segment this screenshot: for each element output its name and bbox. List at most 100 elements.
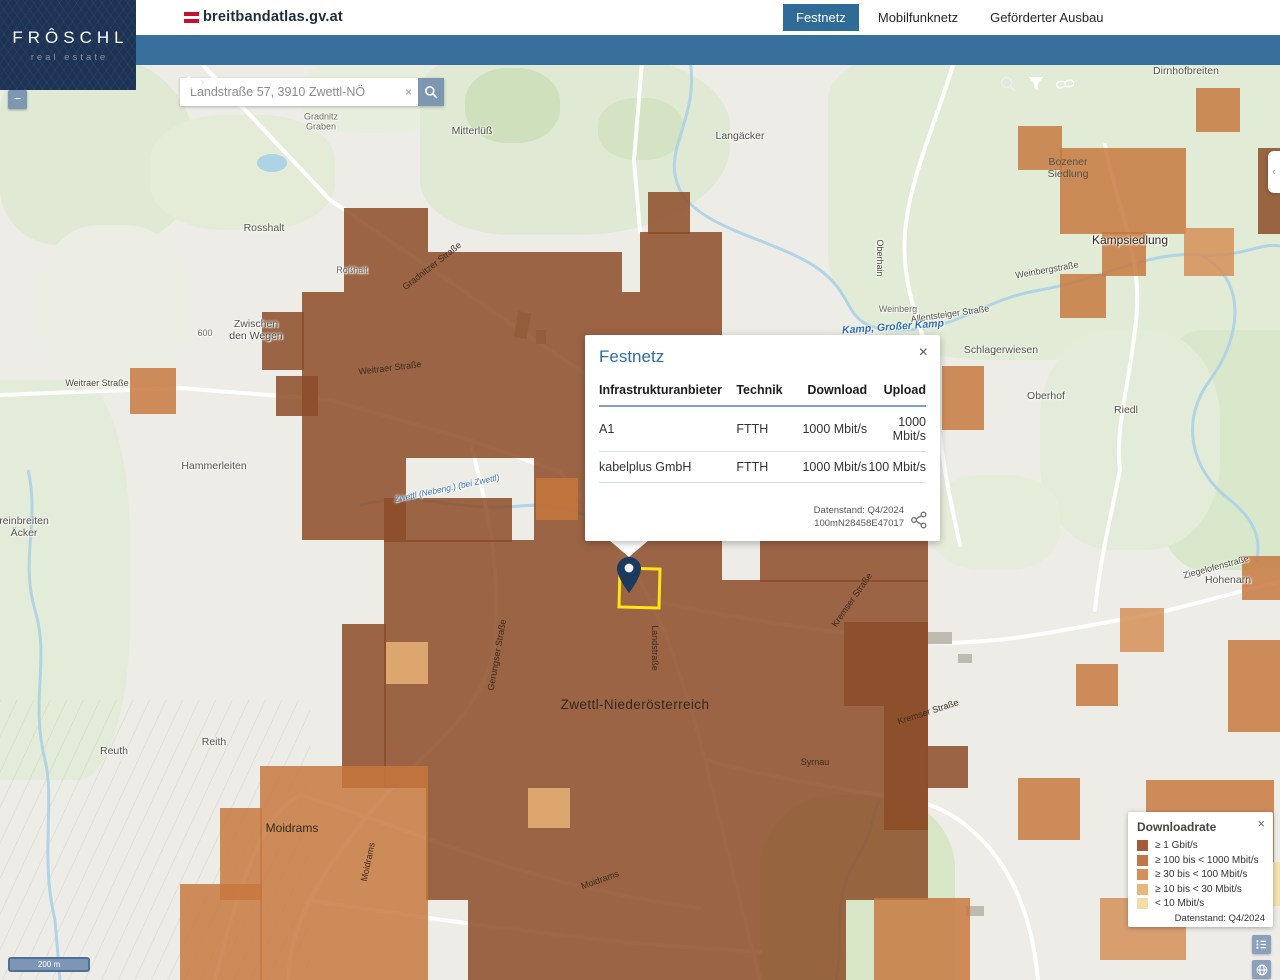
map-label: Zwettl (Nebeng.) (bei Zwettl) <box>394 473 501 505</box>
map-label: Gradnitzer Straße <box>401 240 464 292</box>
legend-label: ≥ 100 bis < 1000 Mbit/s <box>1155 855 1259 866</box>
popup-tail <box>609 540 649 557</box>
froeschl-logo: FRÔSCHL real estate <box>0 0 136 90</box>
panel-collapse-toggle[interactable]: ‹ <box>1268 151 1280 193</box>
popup-meta: Datenstand: Q4/2024 100mN28458E47017 <box>814 505 904 531</box>
table-header: Technik <box>736 377 792 406</box>
popup-title: Festnetz <box>599 347 664 367</box>
map-label: Rosshalt <box>244 222 285 234</box>
map-label: Moidrams <box>359 842 377 883</box>
breadcrumb-current: Festnetz <box>209 77 256 89</box>
map-label: Weitraer Straße <box>358 359 422 377</box>
provider-table: InfrastrukturanbieterTechnikDownloadUplo… <box>599 377 926 483</box>
legend-toggle-button[interactable] <box>1252 935 1271 954</box>
top-bar: breitbandatlas.gv.at FestnetzMobilfunkne… <box>0 0 1280 35</box>
map-label: Weitraer Straße <box>65 378 128 388</box>
map-label: Weinbergstraße <box>1015 259 1080 280</box>
share-icon[interactable] <box>910 511 928 529</box>
map-label: Schlagerwiesen <box>964 344 1038 356</box>
tab-gef-rderter-ausbau[interactable]: Geförderter Ausbau <box>977 4 1116 31</box>
table-cell: FTTH <box>736 406 792 452</box>
map-label: Weinberg <box>879 304 917 314</box>
link-icon[interactable] <box>1055 75 1073 93</box>
tab-mobilfunknetz[interactable]: Mobilfunknetz <box>865 4 971 31</box>
legend-title: Downloadrate <box>1137 820 1265 834</box>
map-label: Gradnitz Graben <box>304 112 338 133</box>
table-header: Download <box>792 377 867 406</box>
legend-item: < 10 Mbit/s <box>1137 898 1265 909</box>
legend-item: ≥ 100 bis < 1000 Mbit/s <box>1137 855 1265 866</box>
map-label: Gerungser Straße <box>486 619 509 692</box>
site-title: breitbandatlas.gv.at <box>203 9 343 25</box>
attribution-button[interactable] <box>1252 960 1271 979</box>
map-label: reinbreiten Äcker <box>0 515 49 539</box>
map-label: Mitterlüß <box>452 125 493 137</box>
map-label: Kamp, Großer Kamp <box>842 317 945 336</box>
map-label: Moidrams <box>580 868 621 891</box>
table-cell: 1000 Mbit/s <box>792 406 867 452</box>
legend-swatch <box>1137 898 1148 909</box>
download-legend: Downloadrate × ≥ 1 Gbit/s ≥ 100 bis < 100… <box>1128 812 1273 927</box>
header-tabs: FestnetzMobilfunknetzGeförderter Ausbau <box>783 3 1117 32</box>
table-cell: 1000 Mbit/s <box>867 406 926 452</box>
map-label: Riedl <box>1114 404 1138 416</box>
table-header: Infrastrukturanbieter <box>599 377 736 406</box>
table-cell: A1 <box>599 406 736 452</box>
map-label: Hammerleiten <box>181 460 246 472</box>
map-label: Moidrams <box>266 822 319 836</box>
legend-swatch <box>1137 884 1148 895</box>
map-label: Syrnau <box>801 757 830 767</box>
legend-item: ≥ 30 bis < 100 Mbit/s <box>1137 869 1265 880</box>
legend-item: ≥ 10 bis < 30 Mbit/s <box>1137 884 1265 895</box>
festnetz-popup: Festnetz × InfrastrukturanbieterTechnikD… <box>585 335 940 541</box>
tab-festnetz[interactable]: Festnetz <box>783 4 859 31</box>
map-label: Kremser Straße <box>830 571 875 629</box>
map-label: Kampsiedlung <box>1092 234 1168 248</box>
search-button[interactable] <box>418 78 444 106</box>
map-label: Reith <box>202 736 227 748</box>
map-label: Oberhof <box>1027 390 1065 402</box>
legend-label: ≥ 10 bis < 30 Mbit/s <box>1155 884 1242 895</box>
map-label: Bozener Siedlung <box>1048 156 1089 180</box>
legend-swatch <box>1137 855 1148 866</box>
map-label: Landstraße <box>650 625 660 671</box>
map-label: Oberhain <box>875 239 885 276</box>
search-icon[interactable] <box>999 75 1017 93</box>
breadcrumb-bar: › Festnetz <box>0 35 1280 65</box>
map-label: Hohenarn <box>1205 574 1251 586</box>
legend-swatch <box>1137 840 1148 851</box>
table-cell: 100 Mbit/s <box>867 452 926 483</box>
table-cell: FTTH <box>736 452 792 483</box>
map-label: Reuth <box>100 745 128 757</box>
popup-data-status: Datenstand: Q4/2024 <box>814 505 904 518</box>
table-header: Upload <box>867 377 926 406</box>
home-icon[interactable] <box>182 76 196 89</box>
table-cell: 1000 Mbit/s <box>792 452 867 483</box>
table-cell: kabelplus GmbH <box>599 452 736 483</box>
map-label: Dirnhofbreiten <box>1153 65 1219 77</box>
legend-label: ≥ 1 Gbit/s <box>1155 840 1198 851</box>
legend-data-status: Datenstand: Q4/2024 <box>1137 913 1265 924</box>
close-icon[interactable]: × <box>1257 816 1265 831</box>
breitbandatlas-app: Zwettl-Niederösterreich Moidrams Kampsiedl… <box>0 0 1280 980</box>
logo-title: FRÔSCHL <box>12 28 128 48</box>
popup-cell-code: 100mN28458E47017 <box>814 518 904 531</box>
scale-bar: 200 m <box>8 957 90 972</box>
location-pin-icon <box>617 556 641 594</box>
zoom-out-button[interactable]: − <box>8 90 27 109</box>
filter-icon[interactable] <box>1027 75 1045 93</box>
clear-icon[interactable]: × <box>405 85 412 99</box>
table-row: kabelplus GmbHFTTH1000 Mbit/s100 Mbit/s <box>599 452 926 483</box>
map-label: Zwischen den Wegen <box>229 318 283 342</box>
map-label: Kremser Straße <box>896 697 960 726</box>
close-icon[interactable]: × <box>919 345 928 361</box>
legend-label: < 10 Mbit/s <box>1155 898 1204 909</box>
map-label: Langäcker <box>715 130 764 142</box>
breadcrumb-separator: › <box>201 77 204 88</box>
logo-subtitle: real estate <box>31 52 108 63</box>
map-label: 600 <box>197 328 212 338</box>
legend-swatch <box>1137 869 1148 880</box>
legend-item: ≥ 1 Gbit/s <box>1137 840 1265 851</box>
map-label: Zwettl-Niederösterreich <box>561 697 710 713</box>
legend-label: ≥ 30 bis < 100 Mbit/s <box>1155 869 1247 880</box>
